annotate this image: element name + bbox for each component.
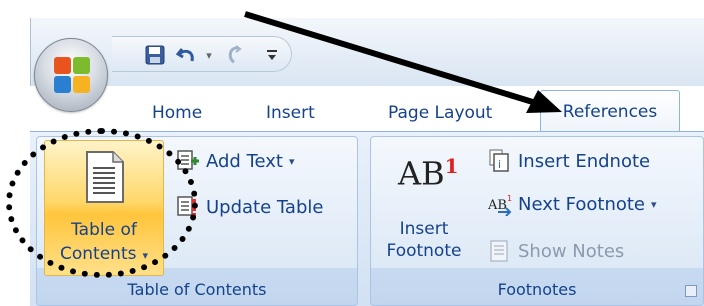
customize-qat-icon[interactable]: [262, 43, 282, 67]
redo-icon[interactable]: [222, 43, 248, 67]
undo-icon[interactable]: [174, 43, 200, 67]
quick-access-toolbar: ▾: [112, 36, 292, 72]
highlight-circle-annotation: [6, 128, 198, 278]
office-button[interactable]: [34, 38, 108, 112]
save-icon[interactable]: [142, 43, 168, 67]
undo-dropdown-icon[interactable]: ▾: [202, 43, 216, 67]
office-logo-icon: [54, 57, 90, 93]
